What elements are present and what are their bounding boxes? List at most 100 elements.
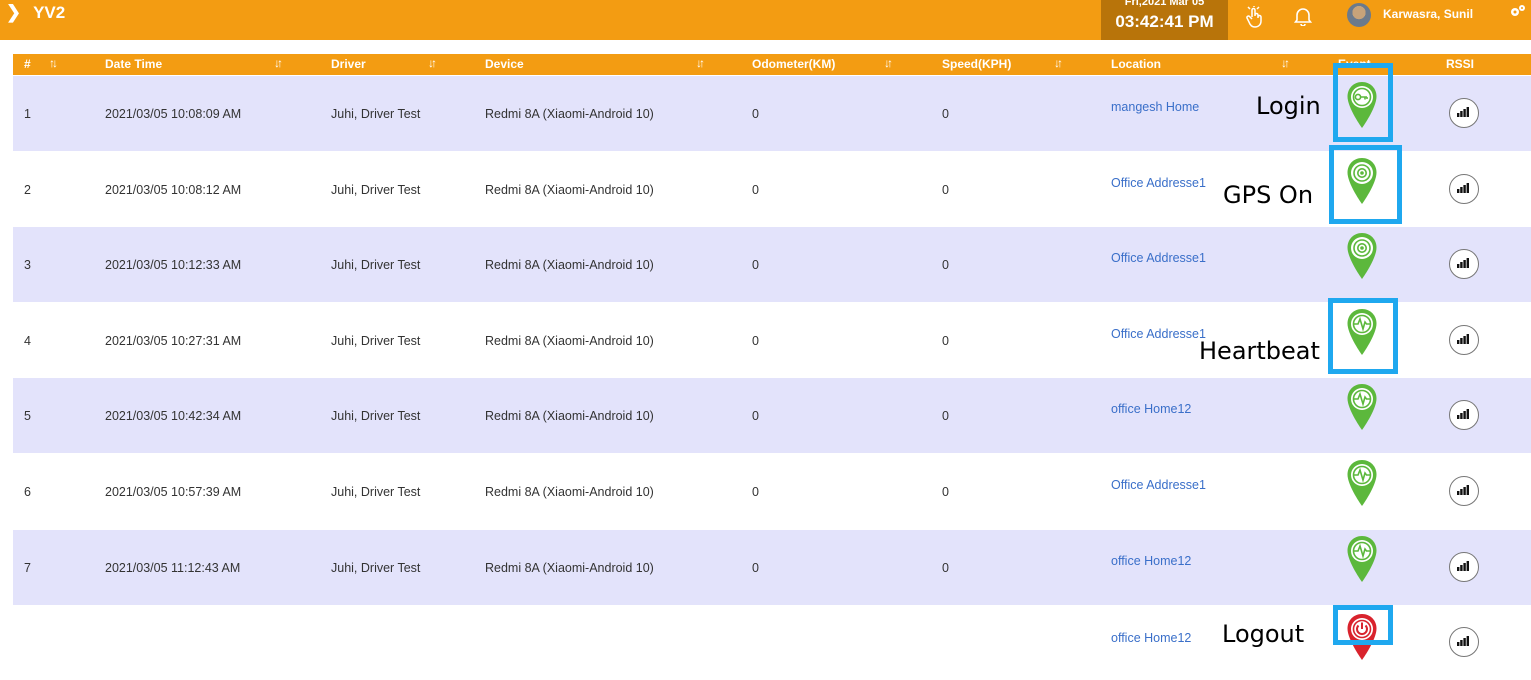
location-link[interactable]: Office Addresse1 xyxy=(1111,251,1206,265)
cell-datetime: 2021/03/05 10:08:09 AM xyxy=(105,107,242,121)
highlight-box xyxy=(1329,145,1402,224)
cell-number: 7 xyxy=(24,561,31,575)
col-driver[interactable]: Driver xyxy=(331,57,366,71)
cell-number: 1 xyxy=(24,107,31,121)
cell-odometer: 0 xyxy=(752,107,759,121)
brand[interactable]: ❯ YV2 xyxy=(6,2,65,23)
cell-driver: Juhi, Driver Test xyxy=(331,107,421,121)
cell-device: Redmi 8A (Xiaomi-Android 10) xyxy=(485,107,654,121)
signal-strength-icon[interactable] xyxy=(1449,552,1479,582)
highlight-box xyxy=(1333,605,1393,645)
cell-device: Redmi 8A (Xiaomi-Android 10) xyxy=(485,258,654,272)
chevron-right-icon[interactable]: ❯ xyxy=(6,2,21,23)
sort-icon[interactable]: ↓↑ xyxy=(274,56,283,70)
tap-hand-icon[interactable] xyxy=(1245,6,1263,33)
cell-device: Redmi 8A (Xiaomi-Android 10) xyxy=(485,485,654,499)
cell-odometer: 0 xyxy=(752,334,759,348)
cell-driver: Juhi, Driver Test xyxy=(331,485,421,499)
col-speed[interactable]: Speed(KPH) xyxy=(942,57,1011,71)
cell-number: 6 xyxy=(24,485,31,499)
cell-device: Redmi 8A (Xiaomi-Android 10) xyxy=(485,561,654,575)
clock-box: Fri,2021 Mar 05 03:42:41 PM xyxy=(1101,0,1228,40)
table-header: # ↑↓ Date Time ↓↑ Driver ↓↑ Device ↓↑ Od… xyxy=(13,54,1531,75)
signal-strength-icon[interactable] xyxy=(1449,476,1479,506)
cell-number: 5 xyxy=(24,409,31,423)
col-rssi[interactable]: RSSI xyxy=(1446,57,1474,71)
table-row[interactable]: 6 2021/03/05 10:57:39 AM Juhi, Driver Test… xyxy=(13,454,1531,529)
callout-heartbeat: Heartbeat xyxy=(1199,337,1320,365)
cell-datetime: 2021/03/05 10:27:31 AM xyxy=(105,334,242,348)
cell-number: 2 xyxy=(24,183,31,197)
location-link[interactable]: office Home12 xyxy=(1111,554,1191,568)
col-datetime[interactable]: Date Time xyxy=(105,57,162,71)
location-link[interactable]: Office Addresse1 xyxy=(1111,327,1206,341)
cell-speed: 0 xyxy=(942,561,949,575)
cell-speed: 0 xyxy=(942,485,949,499)
signal-strength-icon[interactable] xyxy=(1449,98,1479,128)
cell-number: 3 xyxy=(24,258,31,272)
signal-strength-icon[interactable] xyxy=(1449,627,1479,657)
cell-odometer: 0 xyxy=(752,409,759,423)
col-location[interactable]: Location xyxy=(1111,57,1161,71)
gps-on-pin-icon[interactable] xyxy=(1346,232,1378,280)
date-text: Fri,2021 Mar 05 xyxy=(1124,0,1205,8)
cell-driver: Juhi, Driver Test xyxy=(331,409,421,423)
cell-speed: 0 xyxy=(942,409,949,423)
callout-gps-on: GPS On xyxy=(1223,181,1314,209)
cell-datetime: 2021/03/05 11:12:43 AM xyxy=(105,561,241,575)
cell-speed: 0 xyxy=(942,258,949,272)
location-link[interactable]: office Home12 xyxy=(1111,402,1191,416)
cell-odometer: 0 xyxy=(752,561,759,575)
cell-datetime: 2021/03/05 10:57:39 AM xyxy=(105,485,242,499)
app-title: YV2 xyxy=(33,2,66,22)
location-link[interactable]: Office Addresse1 xyxy=(1111,478,1206,492)
highlight-box xyxy=(1333,63,1393,142)
cell-odometer: 0 xyxy=(752,485,759,499)
signal-strength-icon[interactable] xyxy=(1449,325,1479,355)
cell-odometer: 0 xyxy=(752,258,759,272)
cell-device: Redmi 8A (Xiaomi-Android 10) xyxy=(485,183,654,197)
cell-odometer: 0 xyxy=(752,183,759,197)
location-link[interactable]: office Home12 xyxy=(1111,631,1191,645)
heartbeat-pin-icon[interactable] xyxy=(1346,535,1378,583)
table-row[interactable]: 7 2021/03/05 11:12:43 AM Juhi, Driver Test… xyxy=(13,530,1531,605)
cell-number: 4 xyxy=(24,334,31,348)
signal-strength-icon[interactable] xyxy=(1449,174,1479,204)
sort-icon[interactable]: ↓↑ xyxy=(1054,56,1063,70)
sort-icon[interactable]: ↓↑ xyxy=(884,56,893,70)
callout-login: Login xyxy=(1256,92,1321,120)
highlight-box xyxy=(1328,298,1398,374)
signal-strength-icon[interactable] xyxy=(1449,249,1479,279)
cell-speed: 0 xyxy=(942,107,949,121)
cell-driver: Juhi, Driver Test xyxy=(331,561,421,575)
cell-device: Redmi 8A (Xiaomi-Android 10) xyxy=(485,409,654,423)
callout-logout: Logout xyxy=(1222,620,1305,648)
sort-icon[interactable]: ↓↑ xyxy=(1281,56,1290,70)
col-device[interactable]: Device xyxy=(485,57,524,71)
time-text: 03:42:41 PM xyxy=(1115,12,1214,31)
top-bar: ❯ YV2 Fri,2021 Mar 05 03:42:41 PM Karwas… xyxy=(0,0,1531,40)
sort-icon[interactable]: ↑↓ xyxy=(49,56,58,70)
user-name[interactable]: Karwasra, Sunil xyxy=(1383,7,1473,21)
bell-icon[interactable] xyxy=(1293,6,1313,31)
table-row[interactable]: 5 2021/03/05 10:42:34 AM Juhi, Driver Test… xyxy=(13,378,1531,453)
gear-icon[interactable] xyxy=(1510,4,1526,22)
cell-datetime: 2021/03/05 10:42:34 AM xyxy=(105,409,242,423)
table-row[interactable]: 3 2021/03/05 10:12:33 AM Juhi, Driver Test… xyxy=(13,227,1531,302)
sort-icon[interactable]: ↓↑ xyxy=(696,56,705,70)
col-odometer[interactable]: Odometer(KM) xyxy=(752,57,835,71)
signal-strength-icon[interactable] xyxy=(1449,400,1479,430)
heartbeat-pin-icon[interactable] xyxy=(1346,459,1378,507)
heartbeat-pin-icon[interactable] xyxy=(1346,383,1378,431)
cell-driver: Juhi, Driver Test xyxy=(331,258,421,272)
sort-icon[interactable]: ↓↑ xyxy=(428,56,437,70)
cell-speed: 0 xyxy=(942,183,949,197)
cell-device: Redmi 8A (Xiaomi-Android 10) xyxy=(485,334,654,348)
cell-speed: 0 xyxy=(942,334,949,348)
location-link[interactable]: Office Addresse1 xyxy=(1111,176,1206,190)
avatar[interactable] xyxy=(1347,3,1371,27)
cell-datetime: 2021/03/05 10:12:33 AM xyxy=(105,258,242,272)
col-number[interactable]: # xyxy=(24,57,31,71)
cell-driver: Juhi, Driver Test xyxy=(331,183,421,197)
location-link[interactable]: mangesh Home xyxy=(1111,100,1199,114)
